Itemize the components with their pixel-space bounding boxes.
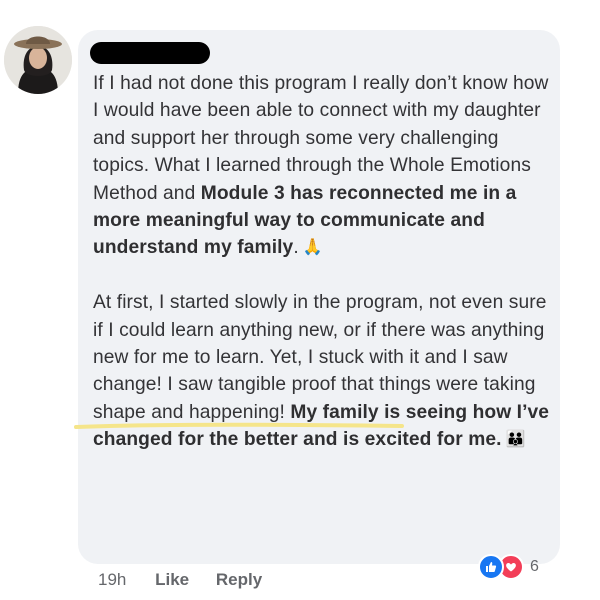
- avatar-photo: [4, 26, 72, 94]
- folded-hands-emoji-icon: 🙏: [302, 239, 323, 257]
- comment-text-segment: .: [293, 237, 299, 259]
- comment-actions: 19h Like Reply: [98, 570, 284, 590]
- timestamp[interactable]: 19h: [98, 570, 126, 589]
- family-emoji-icon: 👪: [505, 431, 526, 449]
- like-button[interactable]: Like: [155, 570, 189, 589]
- comment-paragraph: If I had not done this program I really …: [93, 70, 553, 262]
- reactions-summary[interactable]: 6: [478, 552, 539, 582]
- highlight-underline: [74, 422, 404, 429]
- comment-bubble: If I had not done this program I really …: [78, 30, 560, 564]
- like-icon: [478, 554, 504, 580]
- redacted-author-name: [90, 42, 210, 64]
- avatar[interactable]: [4, 26, 72, 94]
- reaction-count: 6: [530, 558, 539, 575]
- reply-button[interactable]: Reply: [216, 570, 262, 589]
- comment-text: If I had not done this program I really …: [93, 70, 553, 454]
